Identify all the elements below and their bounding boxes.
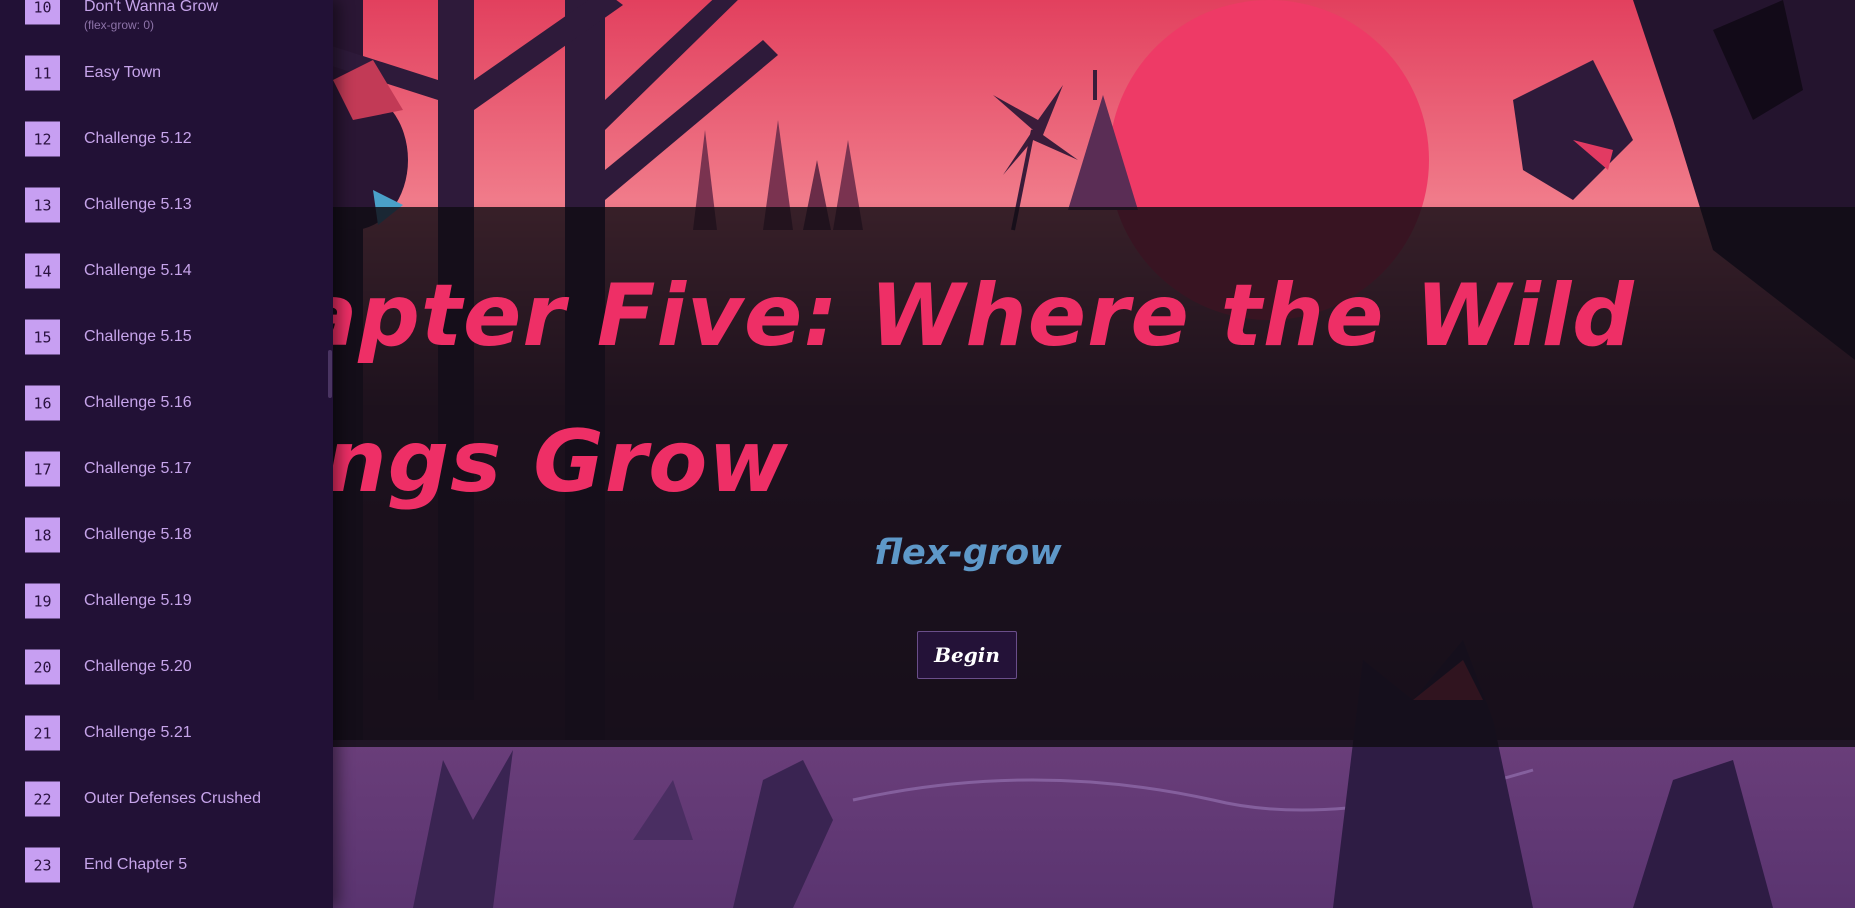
level-label: Challenge 5.20	[84, 658, 192, 675]
level-label: Challenge 5.18	[84, 526, 192, 543]
level-number: 23	[25, 847, 60, 883]
level-label: Don't Wanna Grow	[84, 0, 219, 15]
level-list: 10 Don't Wanna Grow (flex-grow: 0) 11 Ea…	[0, 0, 333, 898]
level-item-15[interactable]: 15 Challenge 5.15	[0, 304, 333, 370]
level-item-12[interactable]: 12 Challenge 5.12	[0, 106, 333, 172]
level-number: 12	[25, 121, 60, 157]
level-number: 11	[25, 55, 60, 91]
level-item-22[interactable]: 22 Outer Defenses Crushed	[0, 766, 333, 832]
level-label: Challenge 5.19	[84, 592, 192, 609]
level-item-10[interactable]: 10 Don't Wanna Grow (flex-grow: 0)	[0, 0, 333, 40]
level-number: 14	[25, 253, 60, 289]
level-label: Challenge 5.13	[84, 196, 192, 213]
level-number: 13	[25, 187, 60, 223]
level-number: 16	[25, 385, 60, 421]
level-label: Challenge 5.17	[84, 460, 192, 477]
level-label: Challenge 5.12	[84, 130, 192, 147]
level-label: Challenge 5.21	[84, 724, 192, 741]
level-item-19[interactable]: 19 Challenge 5.19	[0, 568, 333, 634]
level-label: Challenge 5.14	[84, 262, 192, 279]
level-item-21[interactable]: 21 Challenge 5.21	[0, 700, 333, 766]
level-number: 20	[25, 649, 60, 685]
begin-button[interactable]: Begin	[917, 631, 1017, 679]
level-number: 21	[25, 715, 60, 751]
level-label: End Chapter 5	[84, 856, 188, 873]
level-label: Easy Town	[84, 64, 162, 81]
level-number: 18	[25, 517, 60, 553]
level-number: 17	[25, 451, 60, 487]
level-item-11[interactable]: 11 Easy Town	[0, 40, 333, 106]
level-label: Outer Defenses Crushed	[84, 790, 261, 807]
chapter-title: Chapter Five: Where the Wild Things Grow	[173, 266, 1635, 512]
level-item-13[interactable]: 13 Challenge 5.13	[0, 172, 333, 238]
level-item-17[interactable]: 17 Challenge 5.17	[0, 436, 333, 502]
level-item-20[interactable]: 20 Challenge 5.20	[0, 634, 333, 700]
level-label: Challenge 5.15	[84, 328, 192, 345]
level-item-16[interactable]: 16 Challenge 5.16	[0, 370, 333, 436]
level-number: 15	[25, 319, 60, 355]
chapter-subtitle: flex-grow	[874, 533, 1062, 573]
level-sublabel: (flex-grow: 0)	[84, 18, 155, 32]
level-item-14[interactable]: 14 Challenge 5.14	[0, 238, 333, 304]
level-number: 19	[25, 583, 60, 619]
level-sidebar: 10 Don't Wanna Grow (flex-grow: 0) 11 Ea…	[0, 0, 333, 908]
sidebar-scrollbar[interactable]	[328, 350, 332, 398]
level-item-23[interactable]: 23 End Chapter 5	[0, 832, 333, 898]
level-number: 22	[25, 781, 60, 817]
level-label: Challenge 5.16	[84, 394, 192, 411]
chapter-banner: Chapter Five: Where the Wild Things Grow…	[173, 207, 1855, 747]
level-item-18[interactable]: 18 Challenge 5.18	[0, 502, 333, 568]
level-number: 10	[25, 0, 60, 25]
